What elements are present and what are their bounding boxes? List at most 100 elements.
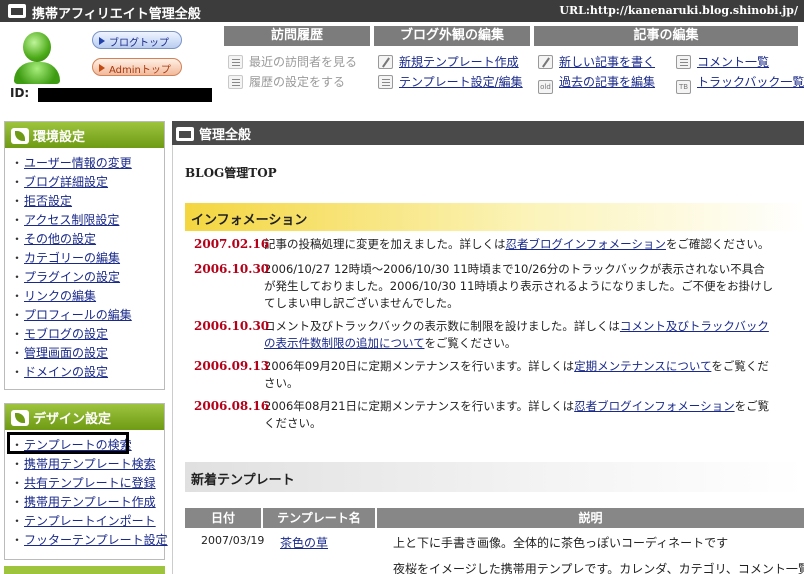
env-settings-item[interactable]: ・プロフィールの編集: [11, 306, 164, 325]
blog-top-button[interactable]: ブログトップ: [92, 31, 182, 49]
id-label: ID:: [10, 86, 30, 100]
arrow-right-icon: [99, 64, 105, 72]
old-icon: old: [538, 80, 553, 94]
design-settings-item[interactable]: ・共有テンプレートに登録: [11, 474, 164, 493]
env-settings-link[interactable]: ブログ詳細設定: [24, 175, 108, 189]
env-settings-item[interactable]: ・ドメインの設定: [11, 363, 164, 382]
news-text-pre: コメント及びトラックバックの表示数に制限を設けました。詳しくは: [264, 319, 620, 333]
admin-top-label: Adminトップ: [109, 65, 171, 76]
news-item: 2006.08.16 2006年08月21日に定期メンテナンスを行います。詳しく…: [194, 398, 774, 432]
blog-top-label: ブログトップ: [109, 38, 169, 49]
templates-table: 日付 テンプレート名 説明 2007/03/19 茶色の草 上と下に手書き画像。…: [185, 508, 804, 574]
template-name-link[interactable]: 茶色の草: [280, 534, 328, 551]
bullet: ・: [11, 251, 24, 265]
design-settings-link[interactable]: テンプレートインポート: [24, 514, 156, 528]
main-header-title: 管理全般: [199, 128, 252, 143]
trackback-icon: TB: [676, 80, 691, 94]
blog-title: 携帯アフィリエイト管理全般: [32, 7, 201, 22]
news-date: 2006.08.16: [194, 399, 270, 413]
bullet: ・: [11, 289, 24, 303]
env-settings-item[interactable]: ・拒否設定: [11, 192, 164, 211]
template-settings-link[interactable]: テンプレート設定/編集: [378, 73, 523, 90]
template-date: 2007/03/19: [201, 534, 265, 547]
main-border: [172, 145, 173, 574]
env-settings-item[interactable]: ・アクセス制限設定: [11, 211, 164, 230]
env-settings-item[interactable]: ・ブログ詳細設定: [11, 173, 164, 192]
trackback-list-link[interactable]: TB トラックバック一覧: [676, 73, 804, 94]
env-settings-item[interactable]: ・その他の設定: [11, 230, 164, 249]
comment-list-link[interactable]: コメント一覧: [676, 53, 769, 70]
template-description: 夜桜をイメージした携帯用テンプレです。カレンダ、カテゴリ、コメント一覧: [393, 562, 804, 574]
design-settings-link[interactable]: 携帯用テンプレート作成: [24, 495, 156, 509]
design-settings-link[interactable]: フッターテンプレート設定: [24, 533, 168, 547]
news-text-post: をご覧ください。: [424, 336, 517, 350]
folder-icon: [176, 127, 194, 141]
palette-icon: [11, 410, 29, 426]
avatar: [14, 30, 60, 86]
admin-top-button[interactable]: Adminトップ: [92, 58, 182, 76]
env-settings-link[interactable]: アクセス制限設定: [24, 213, 119, 227]
design-settings-link[interactable]: 携帯用テンプレート検索: [24, 457, 156, 471]
env-settings-item[interactable]: ・リンクの編集: [11, 287, 164, 306]
bullet: ・: [11, 327, 24, 341]
bullet: ・: [11, 365, 24, 379]
pen-icon: [538, 55, 553, 69]
env-settings-link[interactable]: モブログの設定: [24, 327, 108, 341]
blog-url: URL:http://kanenaruki.blog.shinobi.jp/: [559, 4, 798, 17]
bullet: ・: [11, 495, 24, 509]
header: ブログトップ Adminトップ ID: 訪問履歴 ブログ外観の編集 記事の編集 …: [0, 22, 804, 104]
recent-visitors-link: 最近の訪問者を見る: [228, 53, 357, 70]
env-settings-item[interactable]: ・カテゴリーの編集: [11, 249, 164, 268]
next-panel-header: [4, 566, 165, 574]
env-settings-item[interactable]: ・モブログの設定: [11, 325, 164, 344]
bullet: ・: [11, 194, 24, 208]
design-settings-panel: デザイン設定 ・テンプレートの検索 ・携帯用テンプレート検索 ・共有テンプレートに登…: [4, 403, 168, 560]
news-text: 記事の投稿処理に変更を加えました。詳しくは忍者ブログインフォメーションをご確認く…: [264, 236, 774, 253]
design-settings-item[interactable]: ・携帯用テンプレート検索: [11, 455, 164, 474]
design-settings-item[interactable]: ・テンプレートインポート: [11, 512, 164, 531]
bullet: ・: [11, 156, 24, 170]
selection-highlight: [7, 432, 129, 454]
template-settings-label: テンプレート設定/編集: [399, 75, 523, 89]
env-settings-link[interactable]: 管理画面の設定: [24, 346, 108, 360]
news-link[interactable]: 定期メンテナンスについて: [574, 359, 711, 373]
news-text-post: をご確認ください。: [665, 237, 770, 251]
bullet: ・: [11, 270, 24, 284]
env-settings-link[interactable]: その他の設定: [24, 232, 96, 246]
blog-admin-top-title: BLOG管理TOP: [185, 166, 277, 180]
design-settings-link[interactable]: 共有テンプレートに登録: [24, 476, 156, 490]
design-settings-header: デザイン設定: [5, 404, 164, 430]
blog-appearance-header: ブログ外観の編集: [374, 26, 530, 46]
news-item: 2006.10.30 コメント及びトラックバックの表示数に制限を設けました。詳し…: [194, 318, 774, 352]
env-settings-link[interactable]: リンクの編集: [24, 289, 96, 303]
env-settings-link[interactable]: ドメインの設定: [24, 365, 108, 379]
new-template-link[interactable]: 新規テンプレート作成: [378, 53, 519, 70]
design-settings-item[interactable]: ・フッターテンプレート設定: [11, 531, 168, 550]
template-description: 上と下に手書き画像。全体的に茶色っぽいコーディネートです: [393, 536, 729, 550]
new-article-link[interactable]: 新しい記事を書く: [538, 53, 655, 70]
comment-list-label: コメント一覧: [697, 55, 770, 69]
new-article-label: 新しい記事を書く: [559, 55, 656, 69]
env-settings-link[interactable]: カテゴリーの編集: [24, 251, 120, 265]
past-articles-link[interactable]: old 過去の記事を編集: [538, 73, 655, 94]
env-settings-link[interactable]: 拒否設定: [24, 194, 72, 208]
news-link[interactable]: 忍者ブログインフォメーション: [506, 237, 666, 251]
design-settings-item[interactable]: ・携帯用テンプレート作成: [11, 493, 164, 512]
env-settings-item[interactable]: ・プラグインの設定: [11, 268, 164, 287]
pen-icon: [378, 55, 393, 69]
user-icon: [228, 55, 243, 69]
news-link[interactable]: 忍者ブログインフォメーション: [574, 399, 734, 413]
env-settings-item[interactable]: ・ユーザー情報の変更: [11, 154, 164, 173]
bullet: ・: [11, 175, 24, 189]
env-settings-link[interactable]: プラグインの設定: [24, 270, 120, 284]
news-text: 2006年08月21日に定期メンテナンスを行います。詳しくは忍者ブログインフォメ…: [264, 398, 774, 432]
bullet: ・: [11, 346, 24, 360]
env-settings-panel: 環境設定 ・ユーザー情報の変更 ・ブログ詳細設定 ・拒否設定 ・アクセス制限設定 ・その…: [4, 121, 165, 390]
env-settings-link[interactable]: ユーザー情報の変更: [24, 156, 132, 170]
history-settings-link: 履歴の設定をする: [228, 73, 345, 90]
env-settings-item[interactable]: ・管理画面の設定: [11, 344, 164, 363]
news-text: 2006年09月20日に定期メンテナンスを行います。詳しくは定期メンテナンスにつ…: [264, 358, 774, 392]
bullet: ・: [11, 457, 24, 471]
design-settings-title: デザイン設定: [33, 412, 112, 427]
env-settings-link[interactable]: プロフィールの編集: [24, 308, 132, 322]
